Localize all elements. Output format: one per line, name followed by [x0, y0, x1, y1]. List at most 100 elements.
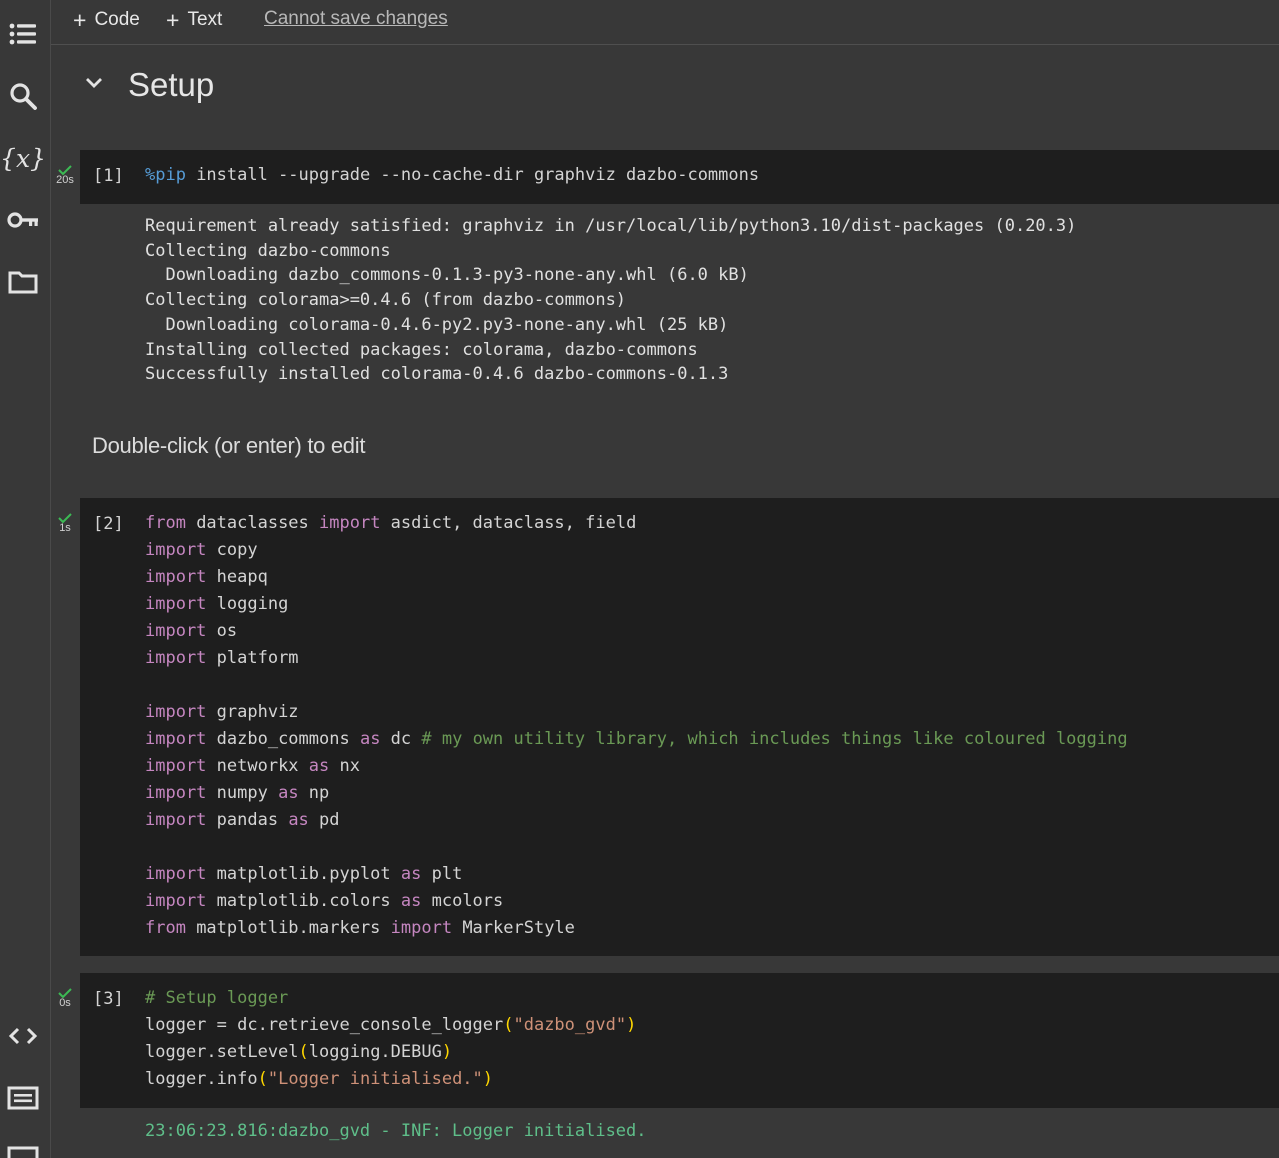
section-header: Setup — [51, 60, 651, 112]
execution-time: 0s — [59, 997, 71, 1009]
code-text: platform — [206, 648, 299, 668]
keyword: as — [400, 891, 422, 911]
code-text: nx — [329, 756, 360, 776]
code-line: import platform — [145, 648, 299, 668]
code-text: logging.DEBUG — [308, 1042, 442, 1062]
keyword: import — [145, 891, 207, 911]
code-line: import dazbo_commons as dc # my own util… — [145, 729, 1128, 749]
keyword: import — [145, 729, 207, 749]
cell-2-code[interactable]: from dataclasses import asdict, dataclas… — [145, 510, 1279, 942]
plus-icon: + — [166, 6, 180, 33]
code-text: copy — [206, 540, 258, 560]
keyword: import — [319, 513, 381, 533]
code-text: dc — [380, 729, 422, 749]
code-line: import matplotlib.pyplot as plt — [145, 864, 462, 884]
code-text: heapq — [206, 567, 268, 587]
execution-time: 1s — [59, 522, 71, 534]
code-text: MarkerStyle — [452, 918, 575, 938]
save-status-link[interactable]: Cannot save changes — [264, 8, 448, 30]
keyword: import — [145, 864, 207, 884]
keyword: import — [145, 540, 207, 560]
code-line: import os — [145, 621, 237, 641]
cell-1-output: Requirement already satisfied: graphviz … — [145, 216, 1077, 385]
code-text: logger = dc.retrieve_console_logger — [145, 1015, 504, 1035]
cell-3-code[interactable]: # Setup logger logger = dc.retrieve_cons… — [145, 985, 1279, 1093]
keyword: as — [400, 864, 422, 884]
section-title: Setup — [128, 66, 215, 103]
execution-time: 20s — [56, 174, 74, 186]
code-line: import numpy as np — [145, 783, 329, 803]
cell-3-status[interactable]: 0s — [52, 987, 78, 1009]
code-line: from dataclasses import asdict, dataclas… — [145, 513, 636, 533]
code-line: import graphviz — [145, 702, 299, 722]
notebook-toolbar: + Code + Text Cannot save changes — [51, 0, 1279, 45]
add-code-label: Code — [94, 9, 140, 30]
keyword: import — [145, 621, 207, 641]
code-text: logger.setLevel — [145, 1042, 299, 1062]
keyword: as — [288, 810, 309, 830]
terminal-icon[interactable] — [0, 1138, 46, 1158]
cell-3-output: 23:06:23.816:dazbo_gvd - INF: Logger ini… — [145, 1121, 647, 1141]
folder-icon[interactable] — [0, 262, 46, 302]
add-code-button[interactable]: + Code — [73, 6, 140, 33]
keyword: import — [145, 702, 207, 722]
text-cell[interactable]: Double-click (or enter) to edit — [92, 433, 365, 459]
code-line: import matplotlib.colors as mcolors — [145, 891, 503, 911]
code-text: dataclasses — [185, 513, 320, 533]
code-text: matplotlib.pyplot — [206, 864, 401, 884]
code-text: logging — [206, 594, 289, 614]
code-line: import networkx as nx — [145, 756, 360, 776]
key-icon[interactable] — [0, 200, 46, 240]
add-text-label: Text — [187, 9, 223, 30]
keyword: import — [145, 756, 207, 776]
code-text: pandas — [206, 810, 289, 830]
execution-count: [1] — [93, 166, 124, 186]
keyword: as — [278, 783, 299, 803]
variables-icon[interactable]: {x} — [0, 138, 46, 178]
code-line: import copy — [145, 540, 258, 560]
keyword: as — [308, 756, 330, 776]
keyword: from — [145, 918, 186, 938]
code-text: pd — [308, 810, 340, 830]
code-text: matplotlib.markers — [185, 918, 391, 938]
keyword: import — [145, 810, 207, 830]
code-text: dazbo_commons — [206, 729, 360, 749]
code-text: numpy — [206, 783, 279, 803]
keyword: import — [390, 918, 453, 938]
code-text: asdict, dataclass, field — [380, 513, 637, 533]
table-of-contents-icon[interactable] — [0, 14, 46, 54]
code-text: networkx — [206, 756, 309, 776]
search-icon[interactable] — [0, 76, 46, 116]
cell-1-code[interactable]: %pip install --upgrade --no-cache-dir gr… — [145, 162, 1279, 189]
code-text: matplotlib.colors — [206, 891, 401, 911]
string-literal: "Logger initialised." — [267, 1069, 483, 1089]
keyword: from — [145, 513, 186, 533]
keyword: import — [145, 648, 207, 668]
code-snippets-icon[interactable] — [0, 1016, 46, 1056]
command-palette-icon[interactable] — [0, 1078, 46, 1118]
code-text: logger.info — [145, 1069, 258, 1089]
keyword: import — [145, 594, 207, 614]
code-comment: # my own utility library, which includes… — [421, 729, 1128, 749]
code-line: import heapq — [145, 567, 268, 587]
code-line: import logging — [145, 594, 288, 614]
execution-count: [3] — [93, 989, 124, 1009]
code-text: mcolors — [421, 891, 504, 911]
code-line: import pandas as pd — [145, 810, 340, 830]
code-line: from matplotlib.markers import MarkerSty… — [145, 918, 575, 938]
code-text: graphviz — [206, 702, 299, 722]
code-text: np — [298, 783, 330, 803]
add-text-button[interactable]: + Text — [166, 6, 223, 33]
left-sidebar: {x} — [0, 0, 51, 1158]
cell-1-status[interactable]: 20s — [52, 164, 78, 186]
keyword: import — [145, 783, 207, 803]
string-literal: "dazbo_gvd" — [513, 1015, 627, 1035]
code-comment: # Setup logger — [145, 988, 289, 1008]
plus-icon: + — [73, 6, 87, 33]
magic-command: %pip — [145, 165, 186, 185]
cell-2-status[interactable]: 1s — [52, 512, 78, 534]
chevron-down-icon[interactable] — [82, 71, 106, 95]
keyword: as — [359, 729, 381, 749]
code-text: os — [206, 621, 238, 641]
execution-count: [2] — [93, 514, 124, 534]
